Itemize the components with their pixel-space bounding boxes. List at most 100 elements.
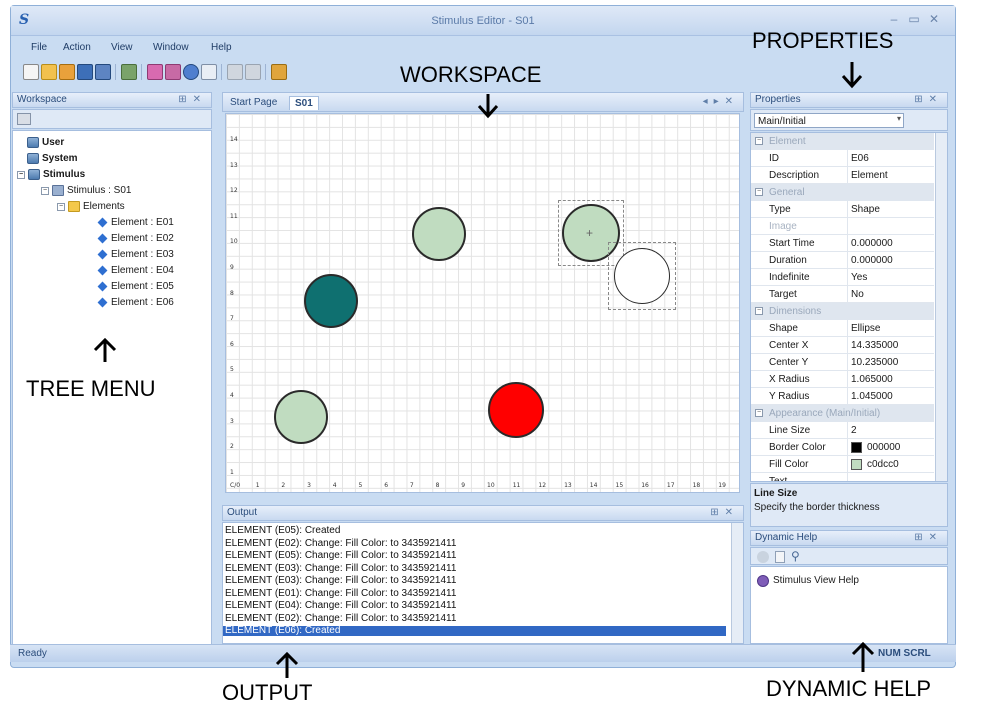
tree-item-element-e05[interactable]: Element : E05 [97,281,174,292]
property-scrollbar[interactable] [935,133,947,481]
property-category-appearance[interactable]: − Appearance (Main/Initial) [751,405,934,422]
property-row[interactable]: Fill Color c0dcc0 [751,456,934,473]
collapse-icon[interactable]: − [41,186,49,195]
tree-item-element-e03[interactable]: Element : E03 [97,249,174,260]
collapse-icon[interactable]: − [755,137,763,145]
panel-pin-close-icon[interactable]: ⊞✕ [914,531,943,545]
property-value[interactable]: 10.235000 [851,357,898,368]
filter-add-icon[interactable] [147,64,163,80]
tree-item-element-e04[interactable]: Element : E04 [97,265,174,276]
property-value[interactable]: 0.000000 [851,255,893,266]
save-icon[interactable] [77,64,93,80]
property-value[interactable]: Ellipse [851,323,880,334]
tree-item-stimulus-s01[interactable]: − Stimulus : S01 [41,185,131,196]
property-row[interactable]: Image [751,218,934,235]
property-row[interactable]: Y Radius 1.045000 [751,388,934,405]
menu-file[interactable]: File [31,42,47,53]
property-value[interactable]: Element [851,170,888,181]
tree-item-system[interactable]: System [27,153,78,164]
help-link-stimulus-view[interactable]: Stimulus View Help [773,575,859,586]
state-dropdown[interactable]: Main/Initial ▾ [754,113,904,128]
property-value[interactable]: E06 [851,153,869,164]
tree-item-user[interactable]: User [27,137,64,148]
menu-help[interactable]: Help [211,42,232,53]
output-line[interactable]: ELEMENT (E04): Change: Fill Color: to 34… [225,601,456,611]
property-row[interactable]: Line Size 2 [751,422,934,439]
property-row[interactable]: X Radius 1.065000 [751,371,934,388]
menu-view[interactable]: View [111,42,133,53]
property-value[interactable]: 14.335000 [851,340,898,351]
property-value[interactable]: 1.065000 [851,374,893,385]
workspace-refresh-icon[interactable] [17,113,31,125]
property-row[interactable]: Indefinite Yes [751,269,934,286]
output-line[interactable]: ELEMENT (E01): Change: Fill Color: to 34… [225,588,456,599]
property-value[interactable]: 0.000000 [851,238,893,249]
panel-pin-close-icon[interactable]: ⊞✕ [710,506,739,520]
tree-item-element-e06[interactable]: Element : E06 [97,297,174,308]
tree-item-element-e01[interactable]: Element : E01 [97,217,174,228]
property-value[interactable]: c0dcc0 [867,459,899,470]
output-scrollbar[interactable] [731,523,743,643]
collapse-icon[interactable]: − [17,170,25,179]
property-row[interactable]: Start Time 0.000000 [751,235,934,252]
tab-nav-close-icon[interactable]: ◂▸✕ [703,95,739,109]
property-value[interactable]: Shape [851,204,880,215]
property-row[interactable]: ID E06 [751,150,934,167]
copy-icon[interactable] [227,64,243,80]
property-value[interactable]: 2 [851,425,857,436]
refresh-icon[interactable] [183,64,199,80]
collapse-icon[interactable]: − [57,202,65,211]
help-search-icon[interactable]: ⚲ [791,549,800,563]
stimulus-canvas[interactable]: 14 13 12 11 10 9 8 7 6 5 4 3 2 1 C/0 1 2 3 4 5 6 7 8 9 10 11 12 13… [225,113,740,493]
output-line[interactable]: ELEMENT (E05): Created [225,526,340,536]
collapse-icon[interactable]: − [755,409,763,417]
collapse-icon[interactable]: − [755,307,763,315]
property-row[interactable]: Center Y 10.235000 [751,354,934,371]
output-line[interactable]: ELEMENT (E02): Change: Fill Color: to 34… [225,538,456,549]
ellipse-e01[interactable] [412,207,466,261]
property-row[interactable]: Border Color 000000 [751,439,934,456]
ellipse-e03[interactable] [274,390,328,444]
minimize-button[interactable]: – [887,12,901,26]
property-category-dimensions[interactable]: − Dimensions [751,303,934,320]
help-home-icon[interactable] [757,551,769,563]
save-all-icon[interactable] [95,64,111,80]
window-icon[interactable] [201,64,217,80]
property-row[interactable]: Target No [751,286,934,303]
property-value[interactable]: Yes [851,272,867,283]
menu-action[interactable]: Action [63,42,91,53]
property-value[interactable]: 000000 [867,442,900,453]
output-line[interactable]: ELEMENT (E02): Change: Fill Color: to 34… [225,613,456,624]
close-button[interactable]: ✕ [927,12,941,26]
panel-pin-close-icon[interactable]: ⊞✕ [914,93,943,107]
tab-s01[interactable]: S01 [289,96,319,110]
tab-start-page[interactable]: Start Page [225,96,282,110]
delete-icon[interactable] [245,64,261,80]
ellipse-e04[interactable] [488,382,544,438]
tree-item-element-e02[interactable]: Element : E02 [97,233,174,244]
tools-icon[interactable] [271,64,287,80]
ellipse-e06[interactable] [614,248,670,304]
import-icon[interactable] [121,64,137,80]
property-value[interactable]: No [851,289,864,300]
panel-pin-close-icon[interactable]: ⊞✕ [178,93,207,107]
output-line[interactable]: ELEMENT (E03): Change: Fill Color: to 34… [225,563,456,574]
menu-window[interactable]: Window [153,42,189,53]
property-category-general[interactable]: − General [751,184,934,201]
output-line[interactable]: ELEMENT (E06): Created [223,626,726,636]
output-line[interactable]: ELEMENT (E03): Change: Fill Color: to 34… [225,576,456,586]
property-row[interactable]: Shape Ellipse [751,320,934,337]
tree-item-elements[interactable]: − Elements [57,201,125,212]
collapse-icon[interactable]: − [755,188,763,196]
property-row[interactable]: Text [751,473,934,481]
property-category-element[interactable]: − Element [751,133,934,150]
tree-item-stimulus[interactable]: − Stimulus [17,169,85,180]
property-row[interactable]: Description Element [751,167,934,184]
filter-remove-icon[interactable] [165,64,181,80]
property-row[interactable]: Center X 14.335000 [751,337,934,354]
open-recent-icon[interactable] [59,64,75,80]
ellipse-e02[interactable] [304,274,358,328]
property-row[interactable]: Duration 0.000000 [751,252,934,269]
open-folder-icon[interactable] [41,64,57,80]
maximize-button[interactable]: ▭ [907,12,921,26]
